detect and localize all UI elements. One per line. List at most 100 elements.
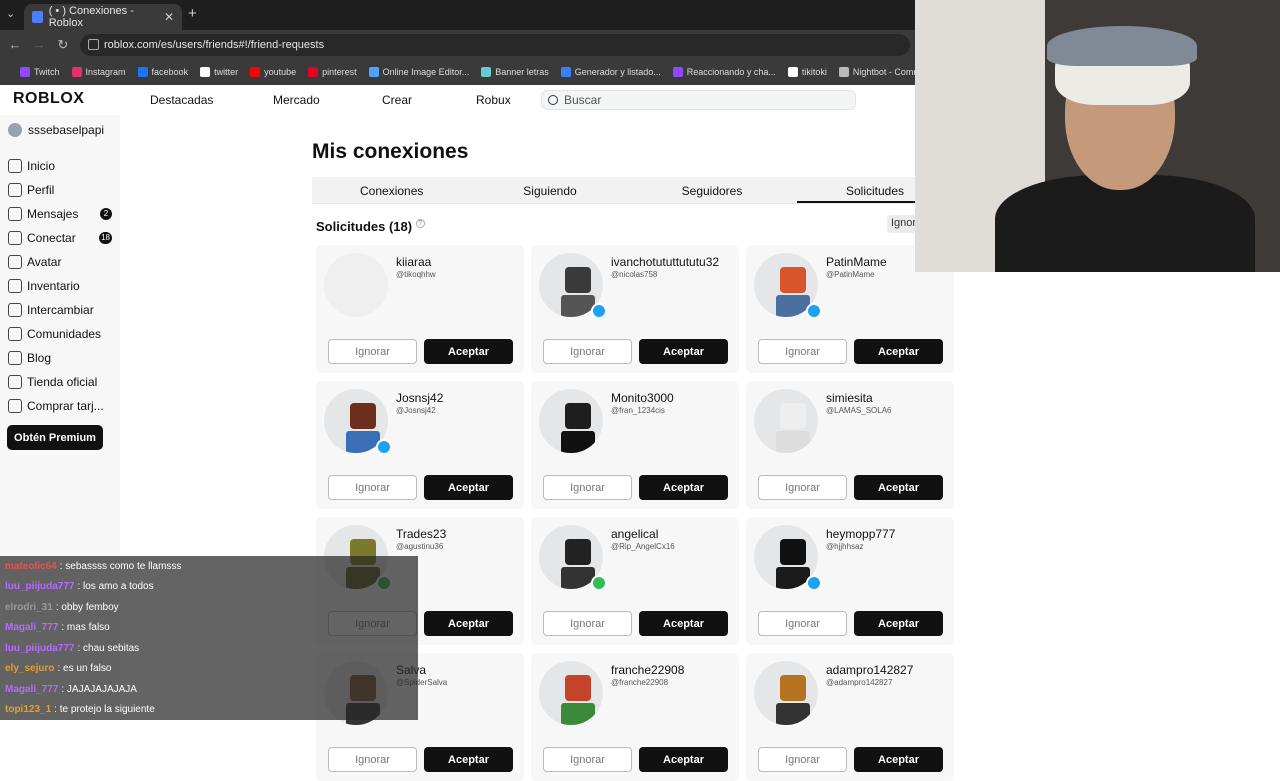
nav-crear[interactable]: Crear [382, 93, 412, 107]
back-icon[interactable]: ← [3, 37, 27, 52]
avatar-head [780, 675, 806, 701]
user-avatar[interactable] [539, 661, 603, 725]
tab-conexiones[interactable]: Conexiones [360, 184, 423, 198]
sidebar-item-avatar[interactable]: Avatar [8, 255, 112, 269]
ignore-button[interactable]: Ignorar [543, 339, 632, 364]
nav-mercado[interactable]: Mercado [273, 93, 320, 107]
nav-destacadas[interactable]: Destacadas [150, 93, 213, 107]
bookmark-item[interactable]: youtube [250, 67, 296, 77]
display-name[interactable]: adampro142827 [826, 663, 913, 677]
sidebar-user[interactable]: sssebaselpapi [8, 123, 104, 137]
site-info-icon[interactable] [88, 39, 99, 50]
accept-button[interactable]: Aceptar [424, 611, 513, 636]
ignore-button[interactable]: Ignorar [758, 611, 847, 636]
ignore-button[interactable]: Ignorar [328, 339, 417, 364]
display-name[interactable]: kiiaraa [396, 255, 431, 269]
bookmark-item[interactable]: tikitoki [787, 67, 827, 77]
sidebar-item-blog[interactable]: Blog [8, 351, 112, 365]
chat-username: mateolic64 [5, 560, 57, 572]
display-name[interactable]: Trades23 [396, 527, 446, 541]
username-handle: @nicolas758 [611, 270, 658, 279]
apps-grid-icon[interactable] [6, 67, 8, 78]
ignore-button[interactable]: Ignorar [758, 475, 847, 500]
bookmark-item[interactable]: Online Image Editor... [368, 67, 469, 77]
display-name[interactable]: Josnsj42 [396, 391, 443, 405]
nav-robux[interactable]: Robux [476, 93, 511, 107]
bookmark-item[interactable]: Banner letras [481, 67, 549, 77]
tab-siguiendo[interactable]: Siguiendo [520, 184, 580, 198]
bookmark-item[interactable]: twitter [200, 67, 238, 77]
accept-button[interactable]: Aceptar [854, 747, 943, 772]
display-name[interactable]: ivanchotututtututu32 [611, 255, 719, 269]
bookmark-label: youtube [264, 67, 297, 77]
bookmark-label: Nightbot - Comma... [852, 67, 915, 77]
bookmark-item[interactable]: Nightbot - Comma... [838, 67, 915, 77]
accept-button[interactable]: Aceptar [424, 747, 513, 772]
tab-seguidores[interactable]: Seguidores [679, 184, 745, 198]
bookmark-item[interactable]: pinterest [308, 67, 357, 77]
display-name[interactable]: PatinMame [826, 255, 887, 269]
avatar-body [561, 567, 595, 589]
tab-search-icon[interactable]: ⌄ [6, 7, 15, 20]
user-avatar[interactable] [539, 389, 603, 453]
messages-icon [8, 207, 22, 221]
accept-button[interactable]: Aceptar [424, 475, 513, 500]
ignore-button[interactable]: Ignorar [543, 475, 632, 500]
display-name[interactable]: franche22908 [611, 663, 684, 677]
display-name[interactable]: angelical [611, 527, 658, 541]
bookmark-item[interactable]: Twitch [20, 67, 60, 77]
url-field[interactable]: roblox.com/es/users/friends#!/friend-req… [80, 34, 910, 56]
display-name[interactable]: simiesita [826, 391, 873, 405]
help-icon[interactable]: ? [415, 219, 425, 228]
accept-button[interactable]: Aceptar [854, 475, 943, 500]
sidebar-item-inventario[interactable]: Inventario [8, 279, 112, 293]
ignore-button[interactable]: Ignorar [328, 475, 417, 500]
user-avatar[interactable] [754, 661, 818, 725]
user-avatar[interactable] [754, 389, 818, 453]
ignore-button[interactable]: Ignorar [543, 747, 632, 772]
bookmark-item[interactable]: Generador y listado... [560, 67, 661, 77]
sidebar-item-comprar-tarj[interactable]: Comprar tarj... [8, 399, 112, 413]
search-input[interactable]: Buscar [541, 90, 856, 110]
sidebar-item-tienda-oficial[interactable]: Tienda oficial [8, 375, 112, 389]
roblox-logo[interactable]: ROBLOX [13, 90, 84, 108]
bookmark-item[interactable]: Reaccionando y cha... [672, 67, 776, 77]
bookmark-label: Reaccionando y cha... [686, 67, 776, 77]
sidebar-item-inicio[interactable]: Inicio [8, 159, 112, 173]
accept-button[interactable]: Aceptar [854, 611, 943, 636]
bookmark-item[interactable]: Instagram [71, 67, 126, 77]
accept-button[interactable]: Aceptar [639, 611, 728, 636]
sidebar-item-perfil[interactable]: Perfil [8, 183, 112, 197]
sidebar-item-mensajes[interactable]: Mensajes 2 [8, 207, 112, 221]
bookmark-item[interactable]: facebook [137, 67, 188, 77]
premium-button[interactable]: Obtén Premium [7, 425, 103, 450]
ignore-button[interactable]: Ignorar [543, 611, 632, 636]
forward-icon[interactable]: → [27, 37, 51, 52]
browser-tab[interactable]: ( • ) Conexiones - Roblox ✕ [24, 4, 182, 30]
sidebar-item-intercambiar[interactable]: Intercambiar [8, 303, 112, 317]
display-name[interactable]: Monito3000 [611, 391, 674, 405]
user-avatar[interactable] [324, 253, 388, 317]
requests-heading: Solicitudes (18) ? [316, 219, 425, 234]
accept-button[interactable]: Aceptar [424, 339, 513, 364]
accept-button[interactable]: Aceptar [639, 747, 728, 772]
request-card: adampro142827 @adampro142827 Ignorar Acepta… [746, 653, 954, 781]
tab-solicitudes[interactable]: Solicitudes [840, 184, 910, 198]
ignore-button[interactable]: Ignorar [758, 339, 847, 364]
page-title: Mis conexiones [312, 140, 469, 163]
ignore-button[interactable]: Ignorar [328, 747, 417, 772]
close-tab-icon[interactable]: ✕ [164, 10, 174, 24]
sidebar-item-comunidades[interactable]: Comunidades [8, 327, 112, 341]
bookmark-icon [308, 67, 319, 77]
accept-button[interactable]: Aceptar [639, 339, 728, 364]
requests-count: Solicitudes (18) [316, 219, 413, 234]
ignore-button[interactable]: Ignorar [758, 747, 847, 772]
accept-button[interactable]: Aceptar [854, 339, 943, 364]
sidebar-item-conectar[interactable]: Conectar 18 [8, 231, 112, 245]
chat-text: : JAJAJAJAJAJA [61, 683, 137, 695]
new-tab-icon[interactable]: + [188, 5, 197, 22]
avatar-body [561, 703, 595, 725]
display-name[interactable]: heymopp777 [826, 527, 895, 541]
reload-icon[interactable]: ↻ [51, 37, 75, 53]
accept-button[interactable]: Aceptar [639, 475, 728, 500]
